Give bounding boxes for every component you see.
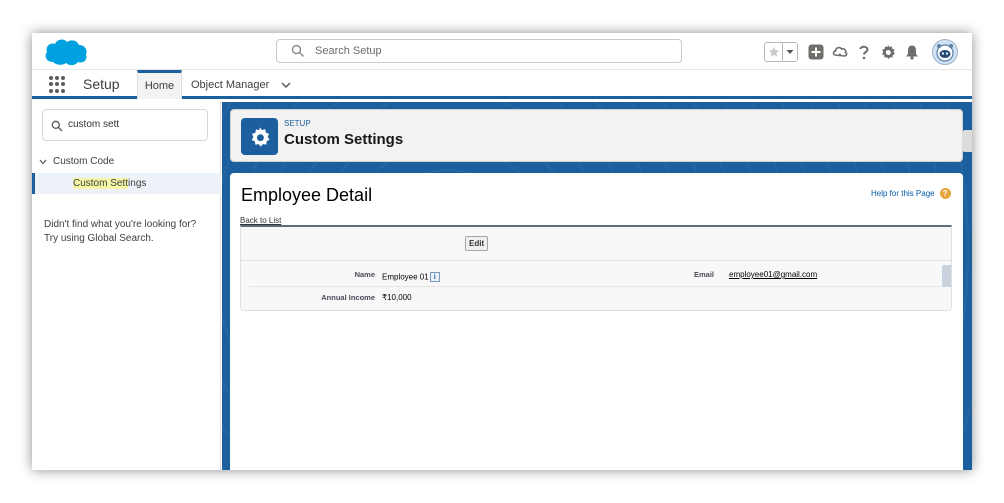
field-label-annual-income: Annual Income [321,293,375,302]
global-search-box[interactable] [276,39,682,63]
record-side-handle[interactable] [942,265,951,287]
sidebar-item-label: Custom Settings [73,178,147,189]
detail-title: Employee Detail [241,185,373,205]
help-circle-icon: ? [939,188,951,199]
tab-home[interactable]: Home [137,70,182,99]
tab-object-manager-label: Object Manager [191,78,270,91]
field-value-annual-income: ₹10,000 [382,293,412,302]
search-icon [291,44,304,57]
help-question-icon[interactable] [856,44,872,60]
setup-sidebar: custom sett Custom Code Custom Settings … [32,102,221,470]
favorites-group [764,42,798,62]
search-match-highlight: Custom Sett [73,178,129,189]
detail-row: Annual Income ₹10,000 [249,287,943,312]
chevron-down-icon[interactable] [281,82,291,88]
tab-home-label: Home [144,80,175,92]
app-launcher-icon[interactable] [49,76,66,93]
salesforce-logo-icon[interactable] [42,36,90,68]
field-label-email: Email [693,270,714,279]
setup-gear-icon [241,118,278,155]
edit-button[interactable]: Edit [465,236,489,251]
no-results-line-1: Didn't find what you're looking for? [44,219,197,230]
sidebar-item-custom-settings[interactable]: Custom Settings [32,173,221,194]
page-header: SETUP Custom Settings [230,109,963,162]
favorites-dropdown-icon[interactable] [783,43,797,61]
page-subtitle: SETUP [284,119,311,128]
search-icon [51,120,63,132]
page-title: Custom Settings [284,131,404,148]
tab-object-manager[interactable]: Object Manager [184,70,294,99]
tree-group-label: Custom Code [53,156,115,167]
context-bar: Setup Home Object Manager [32,70,972,99]
app-name: Setup [83,76,120,92]
no-results-line-2: Try using Global Search. [44,233,154,244]
tree-group-custom-code[interactable]: Custom Code [39,156,114,167]
global-search-input[interactable] [315,42,655,60]
app-window: Setup Home Object Manager custom sett Cu… [32,33,972,470]
detail-row: Name Employee 01 i Email employee01@gmail… [249,262,943,287]
detail-block: Edit Name Employee 01 i Email employee01@… [240,225,952,311]
astro-avatar-icon [936,44,954,62]
field-label-name: Name [354,270,375,279]
quick-find-box[interactable]: custom sett [42,109,208,141]
button-row: Edit [241,227,951,261]
field-value-email[interactable]: employee01@gmail.com [729,270,817,279]
setup-gear-icon[interactable] [880,44,896,60]
main-content-area: SETUP Custom Settings Employee Detail He… [222,102,972,470]
field-value-name: Employee 01 i [382,272,440,282]
detail-page: Employee Detail Help for this Page ? Bac… [230,173,963,470]
trailhead-guide-icon[interactable] [832,44,848,60]
quick-find-input[interactable]: custom sett [68,119,119,130]
side-panel-handle[interactable] [962,130,972,152]
global-create-icon[interactable] [808,44,824,60]
back-to-list-link[interactable]: Back to List [240,216,281,225]
no-results-hint: Didn't find what you're looking for? Try… [44,218,214,246]
notifications-bell-icon[interactable] [904,44,920,60]
global-header [32,33,972,70]
info-icon[interactable]: i [429,272,440,282]
help-link-label: Help for this Page [871,189,935,198]
header-icon-bar [764,39,958,65]
chevron-down-icon [39,159,47,164]
favorites-star-icon[interactable] [765,43,783,61]
help-for-this-page-link[interactable]: Help for this Page ? [871,188,951,199]
user-avatar[interactable] [932,39,958,65]
